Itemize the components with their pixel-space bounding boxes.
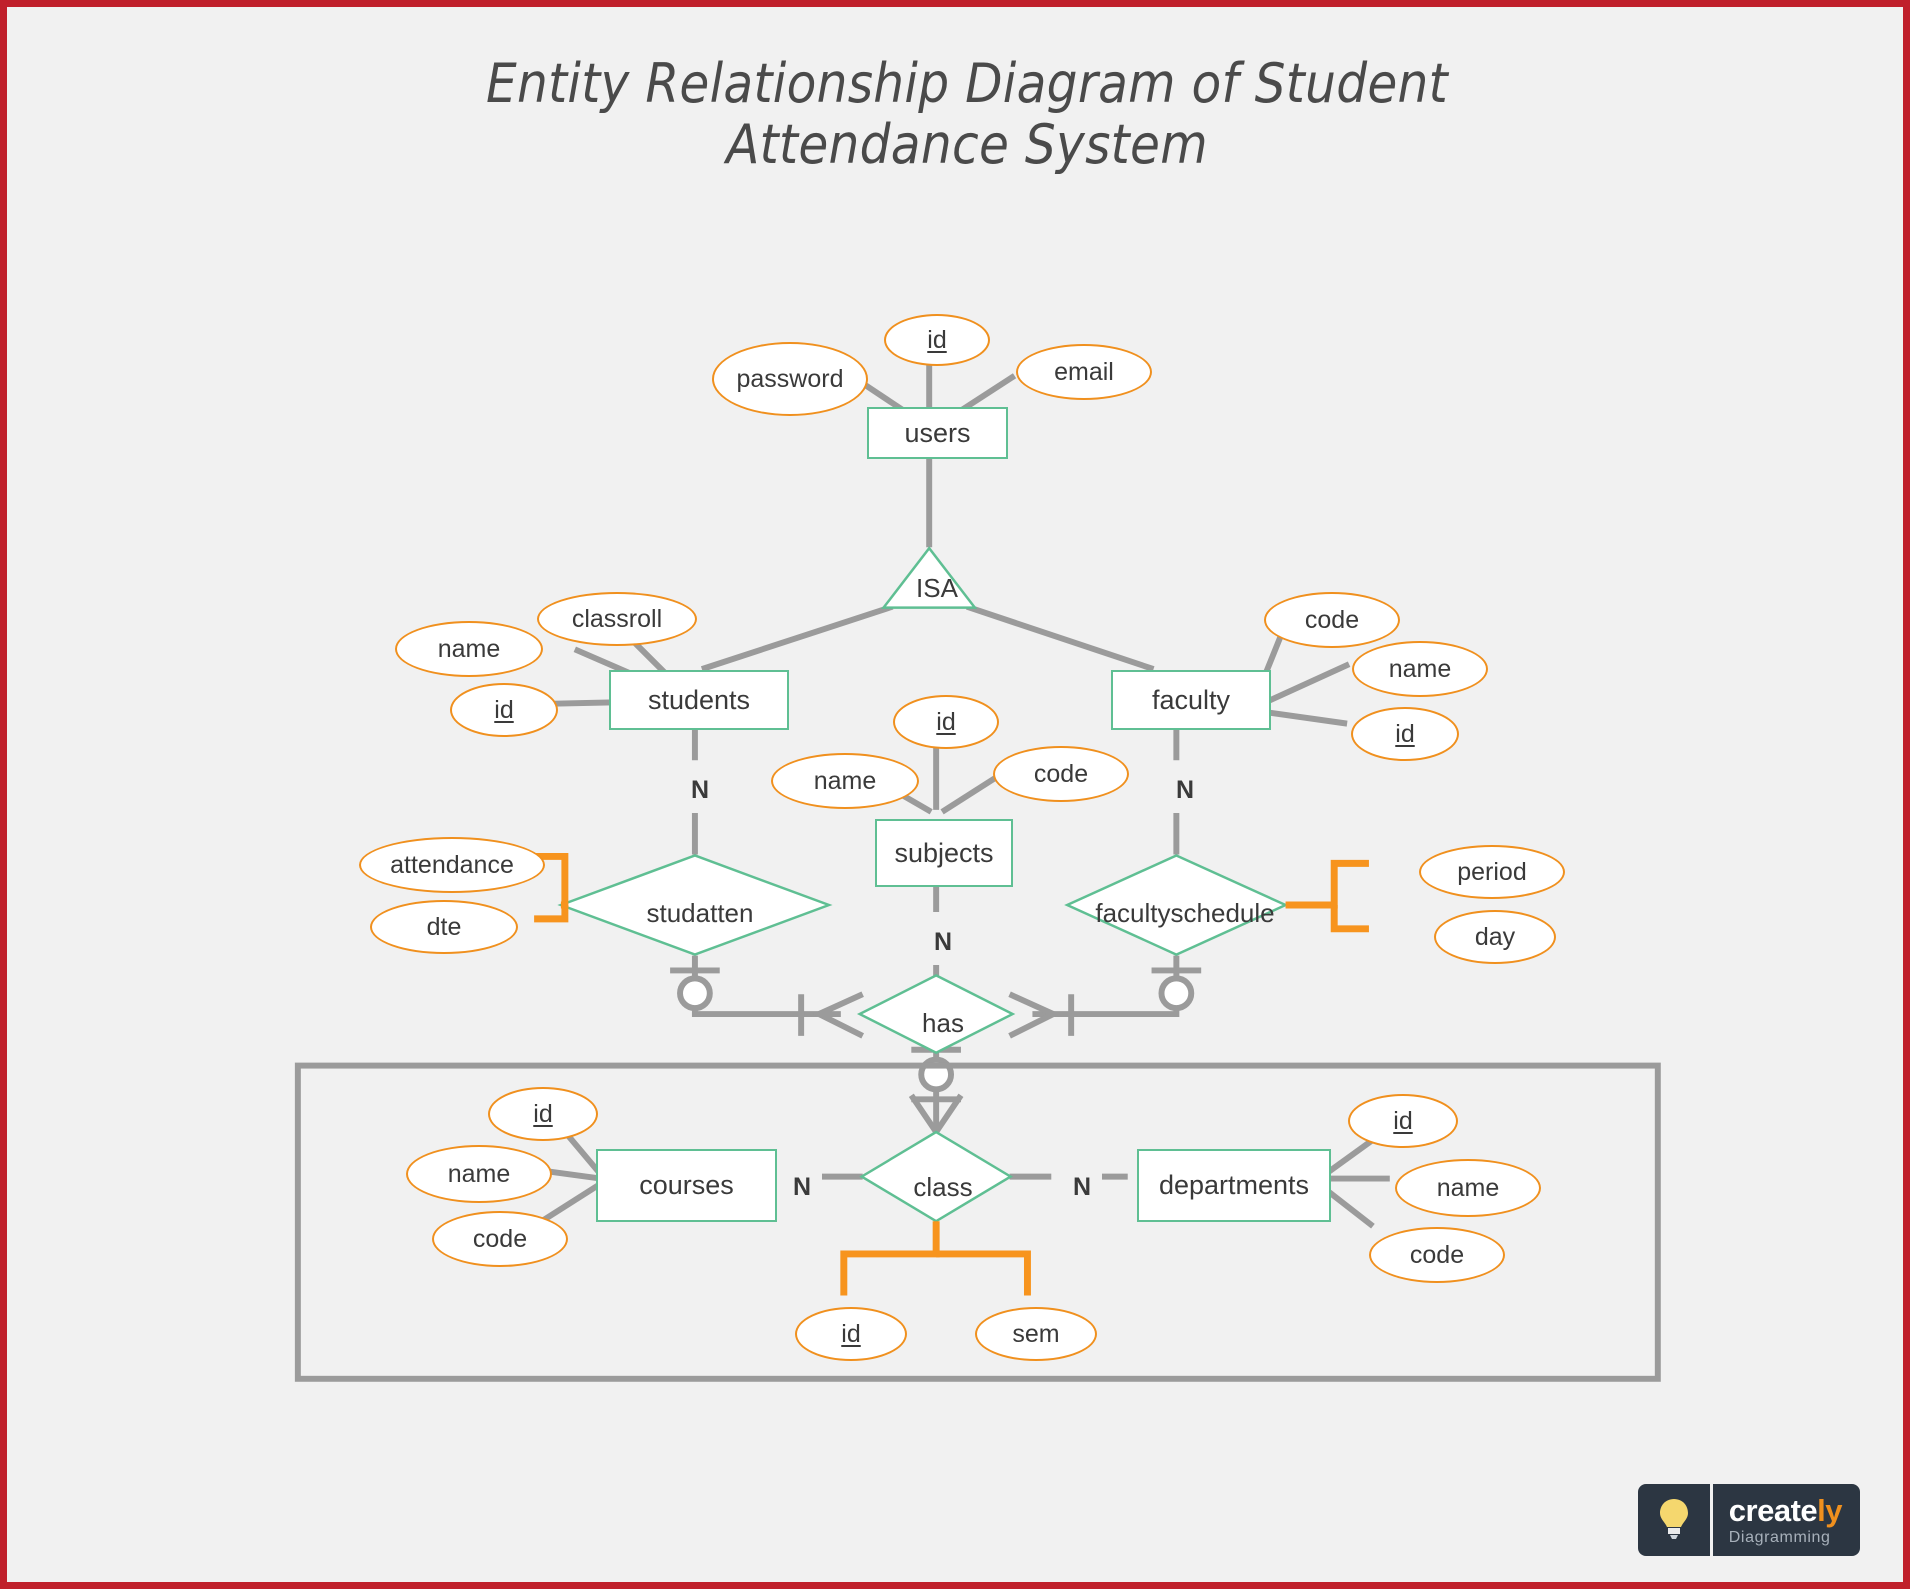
attribute-faculty-name-label: name bbox=[1388, 655, 1452, 683]
attribute-subjects-id-label: id bbox=[936, 708, 956, 736]
connector-facultyschedule-day bbox=[1330, 905, 1369, 933]
attribute-users-email[interactable]: email bbox=[1016, 344, 1152, 400]
attribute-facultyschedule-day-label: day bbox=[1474, 923, 1516, 951]
watermark-bulb-panel bbox=[1637, 1484, 1710, 1556]
entity-faculty-label: faculty bbox=[1151, 684, 1231, 715]
has-diamond bbox=[856, 974, 1016, 1055]
entity-subjects[interactable]: subjects bbox=[875, 819, 1013, 887]
attribute-departments-id[interactable]: id bbox=[1348, 1094, 1458, 1148]
entity-students[interactable]: students bbox=[609, 670, 789, 730]
connector-isa-students bbox=[700, 603, 894, 672]
attribute-subjects-code[interactable]: code bbox=[993, 746, 1129, 802]
marker-studatten-circle bbox=[677, 975, 713, 1012]
marker-facultyschedule-circle bbox=[1158, 975, 1195, 1012]
attribute-departments-id-label: id bbox=[1393, 1107, 1413, 1135]
attribute-facultyschedule-period-label: period bbox=[1457, 858, 1527, 886]
entity-users-label: users bbox=[904, 417, 971, 448]
entity-courses[interactable]: courses bbox=[596, 1149, 777, 1222]
page-title-line-1: Entity Relationship Diagram of Student bbox=[486, 52, 1448, 115]
attribute-students-classroll-label: classroll bbox=[571, 605, 663, 633]
cardinality-faculty-facultyschedule: N bbox=[1165, 767, 1205, 813]
attribute-students-name[interactable]: name bbox=[395, 621, 543, 677]
attribute-class-id-label: id bbox=[841, 1320, 861, 1348]
entity-users[interactable]: users bbox=[867, 407, 1008, 459]
attribute-studatten-attendance[interactable]: attendance bbox=[359, 837, 545, 893]
connector-studatten-dte bbox=[534, 905, 569, 923]
attribute-subjects-name-label: name bbox=[813, 767, 877, 795]
attribute-courses-name-label: name bbox=[447, 1160, 511, 1188]
marker-has-right-crowsfoot bbox=[1008, 991, 1061, 1039]
connector-studatten-has bbox=[691, 955, 841, 1018]
attribute-class-sem[interactable]: sem bbox=[975, 1307, 1097, 1361]
attribute-courses-code[interactable]: code bbox=[432, 1211, 568, 1267]
attribute-subjects-name[interactable]: name bbox=[771, 753, 919, 809]
class-diamond bbox=[859, 1130, 1014, 1223]
attribute-students-id[interactable]: id bbox=[450, 683, 558, 737]
attribute-class-sem-label: sem bbox=[1012, 1320, 1060, 1348]
page-title: Entity Relationship Diagram of Student A… bbox=[247, 53, 1687, 175]
attribute-studatten-attendance-label: attendance bbox=[390, 851, 514, 879]
attribute-facultyschedule-day[interactable]: day bbox=[1434, 910, 1556, 964]
attribute-subjects-code-label: code bbox=[1033, 760, 1089, 788]
attribute-studatten-dte[interactable]: dte bbox=[370, 900, 518, 954]
lightbulb-icon bbox=[1659, 1499, 1688, 1539]
attribute-faculty-id[interactable]: id bbox=[1351, 707, 1459, 761]
cardinality-subjects-has: N bbox=[923, 919, 963, 965]
entity-faculty[interactable]: faculty bbox=[1111, 670, 1271, 730]
connector-facultyschedule-period bbox=[1285, 859, 1369, 909]
attribute-students-name-label: name bbox=[437, 635, 501, 663]
entity-departments-label: departments bbox=[1158, 1170, 1310, 1200]
attribute-departments-code[interactable]: code bbox=[1369, 1227, 1505, 1283]
watermark-brand-primary: create bbox=[1728, 1492, 1818, 1528]
attribute-subjects-id[interactable]: id bbox=[893, 695, 999, 749]
watermark-text-panel: creately Diagramming bbox=[1712, 1484, 1860, 1556]
cardinality-class-departments: N bbox=[1062, 1164, 1102, 1210]
entity-courses-label: courses bbox=[639, 1170, 734, 1200]
attribute-departments-name[interactable]: name bbox=[1395, 1159, 1541, 1217]
attribute-class-id[interactable]: id bbox=[795, 1307, 907, 1361]
attribute-departments-name-label: name bbox=[1436, 1174, 1500, 1202]
attribute-students-id-label: id bbox=[494, 696, 514, 724]
attribute-courses-id-label: id bbox=[533, 1100, 553, 1128]
attribute-users-password-label: password bbox=[736, 365, 844, 393]
attribute-faculty-id-label: id bbox=[1395, 720, 1415, 748]
attribute-courses-id[interactable]: id bbox=[488, 1087, 598, 1141]
connector-class-sem bbox=[936, 1250, 1031, 1296]
facultyschedule-diamond bbox=[1064, 854, 1289, 956]
cardinality-students-studatten: N bbox=[680, 767, 720, 813]
attribute-users-email-label: email bbox=[1054, 358, 1114, 386]
cardinality-courses-class: N bbox=[782, 1164, 822, 1210]
attribute-faculty-code-label: code bbox=[1304, 606, 1360, 634]
er-diagram-canvas: Entity Relationship Diagram of Student A… bbox=[0, 0, 1910, 1589]
attribute-courses-name[interactable]: name bbox=[406, 1145, 552, 1203]
attribute-studatten-dte-label: dte bbox=[426, 913, 462, 941]
page-title-line-2: Attendance System bbox=[726, 113, 1208, 177]
connector-subjects-code bbox=[940, 772, 1002, 815]
attribute-users-id-label: id bbox=[927, 326, 947, 354]
relationship-isa[interactable]: ISA bbox=[891, 563, 983, 613]
attribute-departments-code-label: code bbox=[1409, 1241, 1465, 1269]
studatten-diamond bbox=[557, 854, 833, 956]
attribute-faculty-code[interactable]: code bbox=[1264, 592, 1400, 648]
creately-watermark[interactable]: creately Diagramming bbox=[1637, 1484, 1860, 1556]
relationship-isa-label: ISA bbox=[916, 572, 958, 603]
connector-layer bbox=[294, 345, 1661, 1382]
connector-courses-code bbox=[538, 1180, 605, 1225]
connector-facultyschedule-has bbox=[1032, 955, 1180, 1018]
entity-departments[interactable]: departments bbox=[1137, 1149, 1331, 1222]
watermark-brand-accent: ly bbox=[1817, 1492, 1842, 1528]
watermark-tagline: Diagramming bbox=[1728, 1528, 1831, 1546]
connector-class-id bbox=[840, 1221, 940, 1296]
attribute-facultyschedule-period[interactable]: period bbox=[1419, 845, 1565, 899]
connector-isa-faculty bbox=[965, 603, 1155, 672]
attribute-students-classroll[interactable]: classroll bbox=[537, 592, 697, 646]
entity-subjects-label: subjects bbox=[894, 837, 994, 868]
attribute-faculty-name[interactable]: name bbox=[1352, 641, 1488, 697]
watermark-brand: creately bbox=[1728, 1492, 1843, 1528]
attribute-users-id[interactable]: id bbox=[884, 314, 990, 366]
attribute-users-password[interactable]: password bbox=[712, 342, 868, 416]
entity-students-label: students bbox=[647, 684, 751, 715]
attribute-courses-code-label: code bbox=[472, 1225, 528, 1253]
